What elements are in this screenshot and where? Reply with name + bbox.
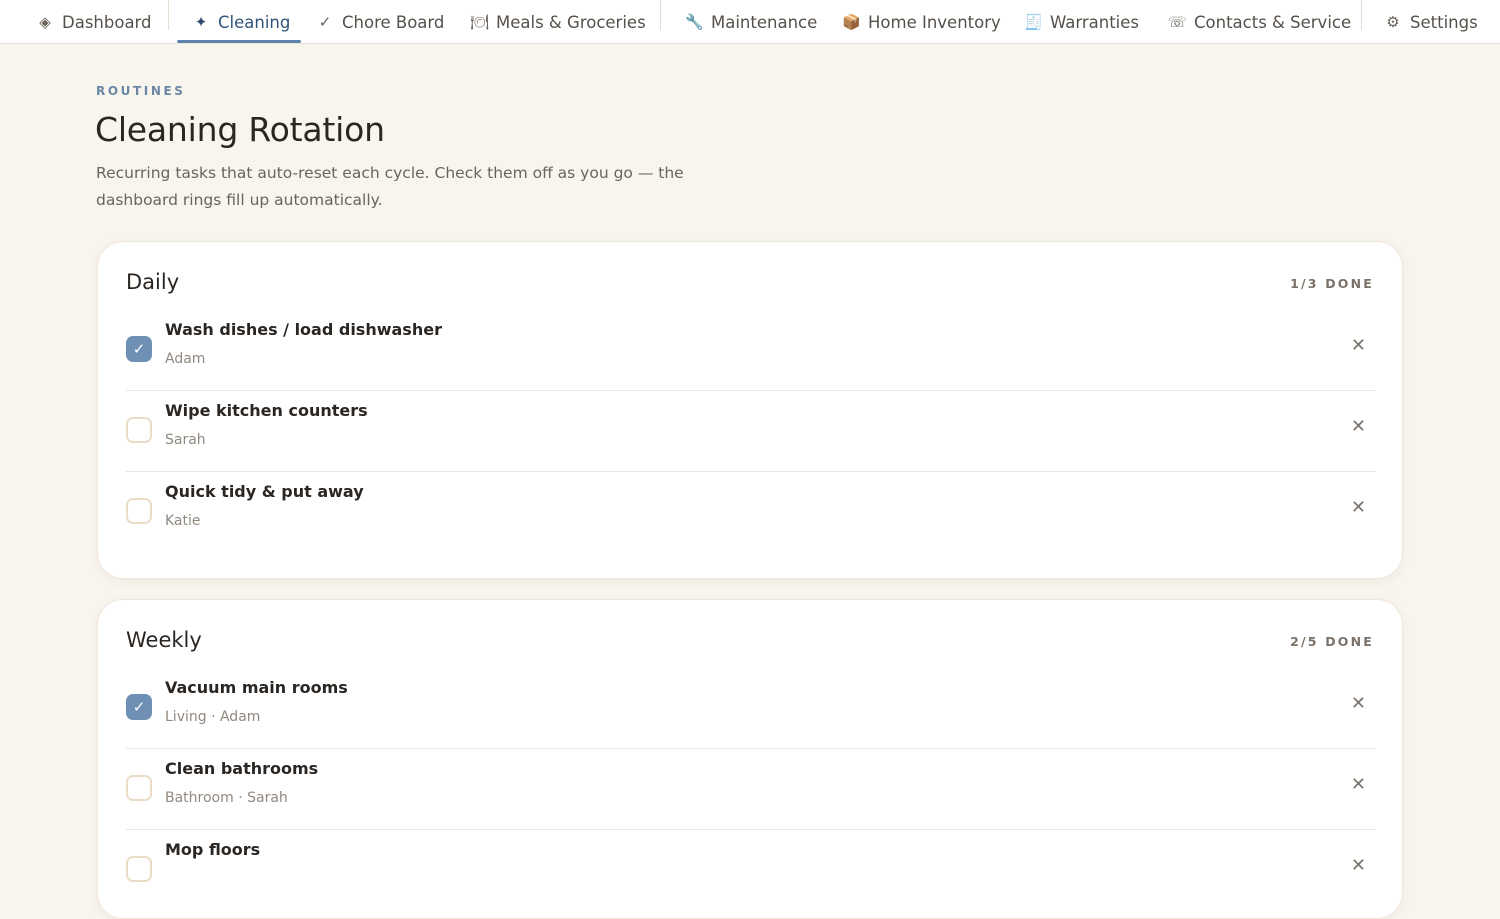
task-row: ✓ Wash dishes / load dishwasher Adam ✕: [126, 310, 1376, 391]
nav-tab-maintenance[interactable]: 🔧 Maintenance: [685, 0, 817, 44]
check-icon: ✓: [132, 340, 146, 358]
card-title: Daily: [126, 270, 180, 294]
nav-tab-label: Cleaning: [218, 12, 291, 32]
checkmark-icon: ✓: [318, 13, 332, 31]
task-assignee: Sarah: [165, 432, 206, 448]
nav-tab-label: Meals & Groceries: [496, 12, 646, 32]
page-description: Recurring tasks that auto-reset each cyc…: [96, 164, 684, 209]
progress-count: 1/3 DONE: [1290, 276, 1374, 291]
nav-tab-cleaning[interactable]: ✦ Cleaning: [192, 0, 291, 44]
task-row: Quick tidy & put away Katie ✕: [126, 472, 1376, 553]
close-icon[interactable]: ✕: [1351, 776, 1366, 794]
nav-tab-label: Dashboard: [62, 12, 152, 32]
task-assignee: Katie: [165, 513, 201, 529]
nav-tab-warranties[interactable]: 🧾 Warranties: [1024, 0, 1139, 44]
plate-icon: 🍽: [470, 13, 490, 31]
sparkle-icon: ✦: [194, 13, 208, 31]
weekly-routine-card: Weekly 2/5 DONE ✓ Vacuum main rooms Livi…: [97, 599, 1403, 919]
close-icon[interactable]: ✕: [1351, 418, 1366, 436]
active-tab-indicator: [177, 40, 301, 43]
close-icon[interactable]: ✕: [1351, 337, 1366, 355]
nav-tab-dashboard[interactable]: ◈ Dashboard: [36, 0, 152, 44]
task-checkbox[interactable]: [126, 417, 152, 443]
nav-tab-label: Contacts & Service: [1194, 12, 1352, 32]
nav-tab-home-inventory[interactable]: 📦 Home Inventory: [842, 0, 1001, 44]
task-row: Clean bathrooms Bathroom · Sarah ✕: [126, 749, 1376, 830]
task-room-assignee: Living · Adam: [165, 709, 261, 725]
dashboard-icon: ◈: [39, 13, 51, 31]
close-icon[interactable]: ✕: [1351, 857, 1366, 875]
task-name: Vacuum main rooms: [165, 678, 348, 697]
task-row: ✓ Vacuum main rooms Living · Adam ✕: [126, 668, 1376, 749]
nav-tab-meals-groceries[interactable]: 🍽 Meals & Groceries: [470, 0, 646, 44]
task-row: Mop floors ✕: [126, 830, 1376, 911]
task-room-assignee: Bathroom · Sarah: [165, 790, 288, 806]
card-title: Weekly: [126, 628, 202, 652]
nav-divider: [660, 0, 661, 30]
task-checkbox[interactable]: [126, 498, 152, 524]
nav-tab-label: Maintenance: [711, 12, 818, 32]
task-assignee: Adam: [165, 351, 206, 367]
nav-tab-contacts-service[interactable]: ☏ Contacts & Service: [1168, 0, 1351, 44]
nav-divider: [168, 0, 169, 30]
page-title: Cleaning Rotation: [95, 110, 385, 149]
wrench-icon: 🔧: [685, 13, 704, 31]
task-name: Quick tidy & put away: [165, 482, 364, 501]
nav-divider: [1361, 0, 1362, 30]
task-checkbox[interactable]: [126, 856, 152, 882]
package-icon: 📦: [842, 13, 861, 31]
nav-tab-label: Chore Board: [342, 12, 445, 32]
top-navigation: ◈ Dashboard ✦ Cleaning ✓ Chore Board 🍽 M…: [0, 0, 1500, 44]
nav-tab-label: Settings: [1410, 12, 1478, 32]
nav-tab-chore-board[interactable]: ✓ Chore Board: [316, 0, 445, 44]
section-eyebrow: ROUTINES: [96, 84, 186, 98]
task-checkbox[interactable]: ✓: [126, 336, 152, 362]
receipt-icon: 🧾: [1024, 13, 1043, 31]
task-name: Wipe kitchen counters: [165, 401, 368, 420]
nav-tab-settings[interactable]: ⚙ Settings: [1384, 0, 1478, 44]
gear-icon: ⚙: [1386, 13, 1400, 31]
task-checkbox[interactable]: [126, 775, 152, 801]
nav-tab-label: Home Inventory: [868, 12, 1001, 32]
task-name: Wash dishes / load dishwasher: [165, 320, 442, 339]
task-name: Mop floors: [165, 840, 261, 859]
task-checkbox[interactable]: ✓: [126, 694, 152, 720]
progress-count: 2/5 DONE: [1290, 634, 1374, 649]
close-icon[interactable]: ✕: [1351, 499, 1366, 517]
phone-icon: ☏: [1168, 13, 1187, 31]
daily-routine-card: Daily 1/3 DONE ✓ Wash dishes / load dish…: [97, 241, 1403, 579]
nav-tab-label: Warranties: [1050, 12, 1140, 32]
task-row: Wipe kitchen counters Sarah ✕: [126, 391, 1376, 472]
check-icon: ✓: [132, 698, 146, 716]
close-icon[interactable]: ✕: [1351, 695, 1366, 713]
task-name: Clean bathrooms: [165, 759, 319, 778]
